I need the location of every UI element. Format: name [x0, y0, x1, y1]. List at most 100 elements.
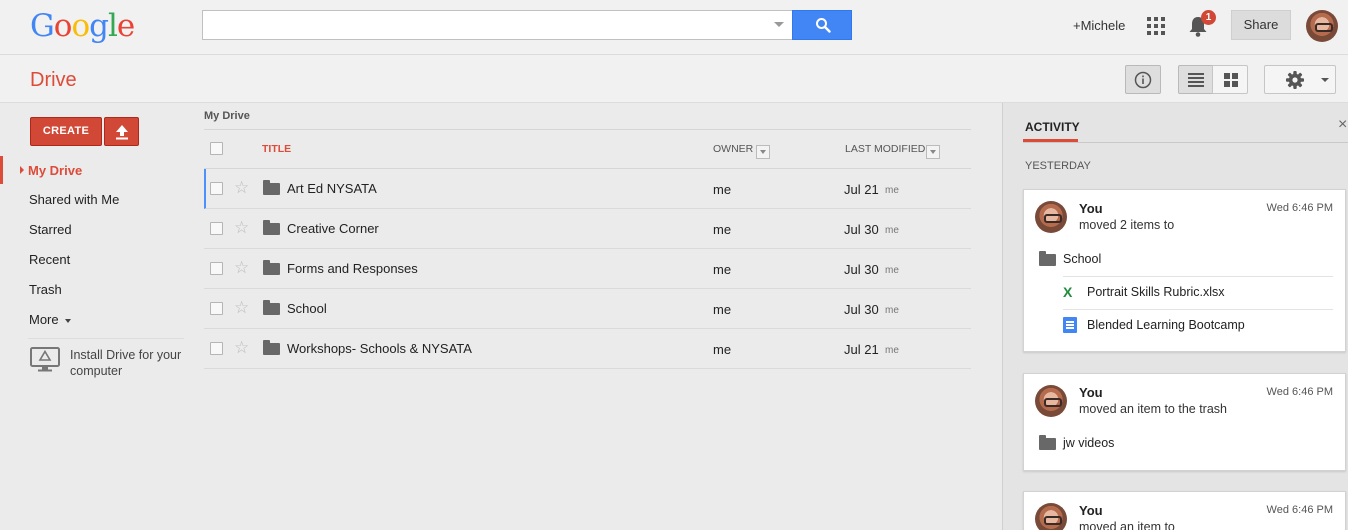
- file-modified-date: Jul 30: [844, 262, 879, 277]
- select-all-checkbox[interactable]: [210, 142, 223, 155]
- table-row[interactable]: ☆ Art Ed NYSATA me Jul 21 me: [204, 169, 971, 209]
- settings-button[interactable]: [1264, 65, 1336, 94]
- folder-icon: [263, 220, 280, 235]
- top-bar: Google +Michele 1 Share: [0, 0, 1348, 55]
- card-divider: [1063, 276, 1333, 277]
- breadcrumb[interactable]: My Drive: [204, 110, 250, 122]
- folder-icon: [263, 340, 280, 355]
- file-modified-by: me: [885, 185, 899, 196]
- sidebar-item-trash[interactable]: Trash: [29, 282, 62, 297]
- account-avatar[interactable]: [1306, 10, 1338, 42]
- table-row[interactable]: ☆ Workshops- Schools & NYSATA me Jul 21 …: [204, 329, 971, 369]
- sidebar-item-recent[interactable]: Recent: [29, 252, 70, 267]
- search-options-dropdown-icon[interactable]: [774, 22, 784, 27]
- table-row[interactable]: ☆ School me Jul 30 me: [204, 289, 971, 329]
- notification-count-badge: 1: [1201, 10, 1216, 25]
- file-owner: me: [713, 262, 732, 277]
- list-view-button[interactable]: [1178, 65, 1213, 94]
- upload-button[interactable]: [104, 117, 139, 146]
- sidebar-item-starred[interactable]: Starred: [29, 222, 72, 237]
- file-owner: me: [713, 222, 732, 237]
- create-button[interactable]: CREATE: [30, 117, 102, 146]
- page-title[interactable]: Drive: [30, 69, 77, 92]
- folder-icon: [1039, 435, 1056, 450]
- column-header-last-modified[interactable]: LAST MODIFIED: [845, 143, 925, 155]
- activity-actor: You: [1079, 385, 1103, 400]
- share-button[interactable]: Share: [1231, 10, 1291, 40]
- star-icon[interactable]: ☆: [234, 179, 249, 196]
- folder-icon: [263, 300, 280, 315]
- close-icon[interactable]: ×: [1338, 116, 1347, 134]
- modified-sort-dropdown-icon[interactable]: [926, 145, 940, 159]
- sidebar-item-label: More: [29, 312, 59, 327]
- table-row[interactable]: ☆ Creative Corner me Jul 30 me: [204, 209, 971, 249]
- activity-panel: ACTIVITY × YESTERDAY You Wed 6:46 PM mov…: [1002, 103, 1348, 530]
- folder-icon: [263, 180, 280, 195]
- activity-file-link[interactable]: Blended Learning Bootcamp: [1087, 318, 1245, 332]
- file-name[interactable]: Art Ed NYSATA: [287, 181, 377, 196]
- grid-view-button[interactable]: [1212, 65, 1248, 94]
- row-checkbox[interactable]: [210, 302, 223, 315]
- file-name[interactable]: Creative Corner: [287, 221, 379, 236]
- upload-icon: [116, 125, 128, 140]
- file-modified-by: me: [885, 305, 899, 316]
- panel-divider: [1023, 142, 1348, 143]
- row-checkbox[interactable]: [210, 262, 223, 275]
- google-logo[interactable]: Google: [30, 8, 135, 44]
- activity-card[interactable]: You Wed 6:46 PM moved an item to the tra…: [1023, 373, 1346, 471]
- activity-target-folder[interactable]: School: [1063, 252, 1101, 266]
- chevron-down-icon: [65, 318, 72, 323]
- activity-actor: You: [1079, 503, 1103, 518]
- logo-letter: G: [30, 8, 55, 44]
- activity-description: moved an item to: [1079, 520, 1175, 530]
- activity-actor: You: [1079, 201, 1103, 216]
- file-modified-by: me: [885, 265, 899, 276]
- search-icon: [816, 18, 831, 33]
- info-icon: [1134, 71, 1152, 89]
- sidebar-item-more[interactable]: More: [29, 312, 72, 327]
- star-icon[interactable]: ☆: [234, 219, 249, 236]
- column-header-title[interactable]: TITLE: [262, 143, 291, 155]
- file-modified-date: Jul 30: [844, 302, 879, 317]
- logo-letter: e: [116, 8, 135, 44]
- active-nav-marker: [0, 156, 3, 184]
- grid-view-icon: [1224, 73, 1238, 87]
- install-drive-link[interactable]: Install Drive for your computer: [70, 347, 190, 379]
- activity-card[interactable]: You Wed 6:46 PM moved an item to: [1023, 491, 1346, 530]
- google-plus-profile-link[interactable]: +Michele: [1073, 18, 1125, 33]
- table-row[interactable]: ☆ Forms and Responses me Jul 30 me: [204, 249, 971, 289]
- star-icon[interactable]: ☆: [234, 299, 249, 316]
- sidebar-item-shared-with-me[interactable]: Shared with Me: [29, 192, 119, 207]
- file-name[interactable]: Workshops- Schools & NYSATA: [287, 341, 472, 356]
- activity-time: Wed 6:46 PM: [1266, 386, 1333, 398]
- details-button[interactable]: [1125, 65, 1161, 94]
- row-checkbox[interactable]: [210, 222, 223, 235]
- star-icon[interactable]: ☆: [234, 339, 249, 356]
- owner-sort-dropdown-icon[interactable]: [756, 145, 770, 159]
- list-view-icon: [1188, 73, 1204, 87]
- install-drive-desktop-icon[interactable]: [30, 347, 60, 373]
- apps-grid-icon[interactable]: [1147, 17, 1165, 35]
- row-checkbox[interactable]: [210, 182, 223, 195]
- file-owner: me: [713, 342, 732, 357]
- star-icon[interactable]: ☆: [234, 259, 249, 276]
- file-list-header: TITLE OWNER LAST MODIFIED: [204, 129, 971, 169]
- search-input[interactable]: [202, 10, 792, 40]
- activity-file-link[interactable]: Portrait Skills Rubric.xlsx: [1087, 285, 1225, 299]
- activity-card[interactable]: You Wed 6:46 PM moved 2 items to School …: [1023, 189, 1346, 352]
- file-owner: me: [713, 182, 732, 197]
- activity-day-heading: YESTERDAY: [1025, 160, 1091, 172]
- folder-icon: [1039, 251, 1056, 266]
- logo-letter: o: [53, 8, 73, 44]
- search-button[interactable]: [792, 10, 852, 40]
- file-name[interactable]: School: [287, 301, 327, 316]
- tab-activity[interactable]: ACTIVITY: [1025, 120, 1080, 134]
- activity-target-folder[interactable]: jw videos: [1063, 436, 1114, 450]
- sidebar-item-my-drive[interactable]: My Drive: [28, 163, 82, 178]
- column-header-owner[interactable]: OWNER: [713, 143, 753, 155]
- expand-arrow-icon[interactable]: [20, 166, 24, 174]
- file-modified-date: Jul 30: [844, 222, 879, 237]
- avatar: [1035, 385, 1067, 417]
- file-name[interactable]: Forms and Responses: [287, 261, 418, 276]
- row-checkbox[interactable]: [210, 342, 223, 355]
